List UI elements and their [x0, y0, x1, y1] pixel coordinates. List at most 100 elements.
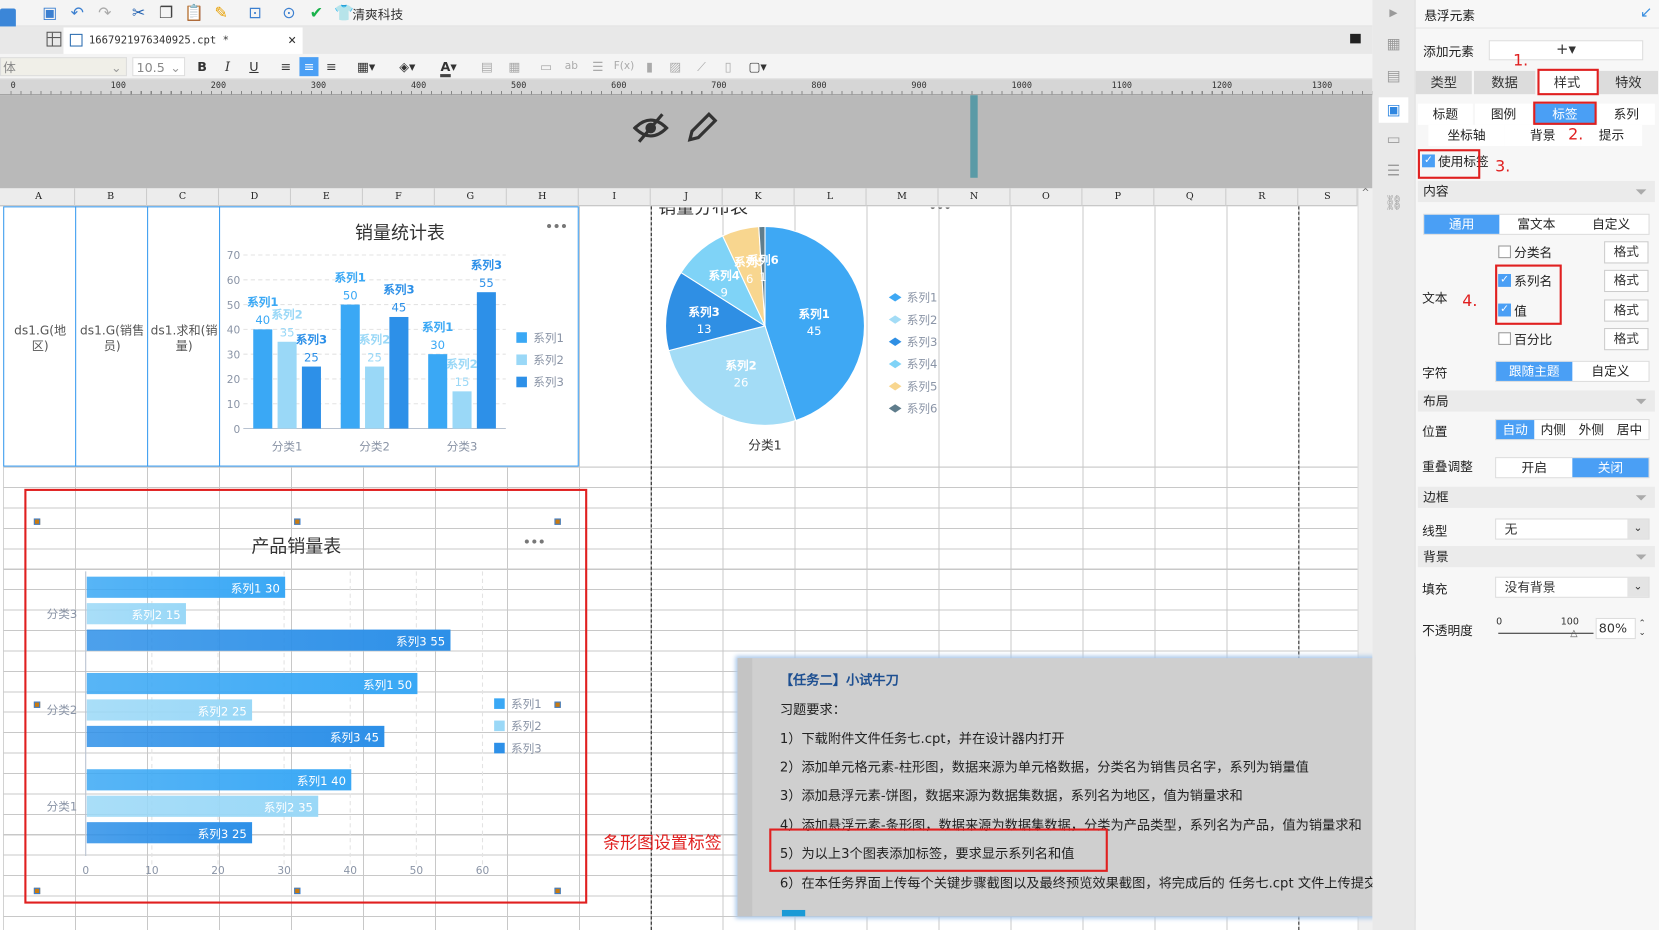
close-tab-icon[interactable]: × [288, 28, 296, 54]
tab-effect[interactable]: 特效 [1598, 70, 1659, 95]
pie-chart[interactable]: 销量分布表 ••• 系列1 45 系列2 26 系列3 13 系列4 9 系列5 6 系列6 1 分类1 系列… [652, 207, 969, 465]
border-section-header[interactable]: 边框 [1417, 486, 1655, 508]
image-icon[interactable]: ▨ [667, 57, 684, 76]
column-header-r[interactable]: R [1226, 188, 1299, 207]
layout-section-header[interactable]: 布局 [1417, 390, 1655, 412]
resize-handle[interactable] [554, 887, 561, 895]
char-mode-option[interactable]: 跟随主题 [1496, 361, 1573, 381]
position-option[interactable]: 居中 [1610, 420, 1648, 439]
frame-icon[interactable]: ▢▾ [746, 57, 769, 76]
paste-icon[interactable]: 📋 [184, 3, 204, 22]
column-header-n[interactable]: N [939, 188, 1011, 207]
content-section-header[interactable]: 内容 [1417, 180, 1655, 203]
subtab-tooltip[interactable]: 提示 [1580, 124, 1643, 147]
column-header-e[interactable]: E [291, 188, 363, 207]
attachment-icon[interactable] [781, 909, 806, 917]
copy-icon[interactable]: ❐ [157, 3, 176, 22]
tab-document[interactable]: 1667921976340925.cpt * × [63, 27, 303, 54]
position-option[interactable]: 内侧 [1534, 420, 1572, 439]
new-sheet-icon[interactable] [46, 31, 62, 47]
char-mode-option[interactable]: 自定义 [1572, 362, 1648, 381]
preview-icon[interactable]: ⊙ [279, 3, 298, 22]
font-select[interactable]: 体 ⌄ [0, 57, 127, 77]
resize-handle[interactable] [33, 518, 41, 525]
redo-icon[interactable]: ↷ [95, 3, 114, 22]
border-icon[interactable]: ▦▾ [354, 57, 377, 76]
column-header-b[interactable]: B [75, 188, 148, 207]
position-option[interactable]: 外侧 [1572, 420, 1610, 439]
underline-button[interactable]: U [245, 57, 262, 76]
shirt-icon[interactable]: 👕 [334, 3, 354, 22]
save-icon[interactable]: ▣ [40, 3, 59, 22]
align-center-icon[interactable]: ≡ [299, 57, 319, 77]
brand-label[interactable]: 清爽科技 [352, 5, 403, 23]
add-element-button[interactable]: +▾ [1488, 40, 1644, 61]
float-element-icon[interactable]: ▣ [1378, 97, 1409, 123]
hidden-eye-icon[interactable] [632, 112, 669, 144]
text-option-checkbox[interactable] [1498, 245, 1511, 259]
subtab-legend[interactable]: 图例 [1474, 103, 1533, 125]
cell-element-icon[interactable]: ▦ [1383, 35, 1404, 54]
fill-color-icon[interactable]: ◈▾ [394, 57, 422, 76]
subtab-axis[interactable]: 坐标轴 [1428, 124, 1505, 147]
column-header-a[interactable]: A [3, 188, 76, 207]
subtab-series[interactable]: 系列 [1597, 103, 1655, 125]
cell-attribute-icon[interactable]: ▤ [1383, 67, 1404, 86]
column-header-p[interactable]: P [1082, 188, 1155, 207]
collapse-icon[interactable] [1350, 33, 1361, 44]
position-option[interactable]: 自动 [1496, 420, 1535, 440]
column-chart[interactable]: 销量统计表 •••010203040506070分类1系列140 系列235 系列32… [220, 207, 578, 465]
font-color-button[interactable]: A▾ [434, 57, 464, 78]
tab-type[interactable]: 类型 [1415, 70, 1472, 95]
cell-c1[interactable]: ds1.求和(销量) [150, 323, 218, 355]
pin-arrow-icon[interactable]: ↙ [1640, 4, 1652, 21]
opacity-input[interactable]: 80% [1595, 617, 1636, 640]
column-header-l[interactable]: L [795, 188, 867, 207]
grid-icon[interactable]: ▦ [506, 57, 523, 76]
format-brush-icon[interactable]: ✎ [212, 3, 231, 22]
formula-icon[interactable]: F(x) [614, 57, 635, 76]
widget-icon[interactable]: ▭ [1383, 130, 1404, 149]
resize-handle[interactable] [33, 701, 41, 708]
column-header-m[interactable]: M [867, 188, 939, 207]
chart-icon[interactable]: ▮ [641, 57, 658, 76]
resize-handle[interactable] [294, 887, 301, 895]
page-icon[interactable]: ▯ [720, 57, 737, 76]
cell-a1[interactable]: ds1.G(地区) [6, 323, 74, 355]
column-header-o[interactable]: O [1010, 188, 1083, 207]
content-mode-option[interactable]: 自定义 [1574, 215, 1649, 234]
resize-handle[interactable] [294, 518, 301, 525]
resize-handle[interactable] [554, 518, 561, 525]
text-ab-icon[interactable]: ab [563, 57, 580, 76]
cell-b1[interactable]: ds1.G(销售员) [78, 323, 146, 355]
check-icon[interactable]: ✔ [307, 3, 326, 22]
fill-select[interactable]: 没有背景 ⌄ [1495, 576, 1650, 598]
condition-icon[interactable]: ☰ [1383, 162, 1404, 181]
italic-button[interactable]: I [219, 57, 236, 76]
cut-icon[interactable]: ✂ [129, 3, 148, 22]
expand-arrow-icon[interactable]: ▶ [1383, 4, 1404, 23]
align-right-icon[interactable]: ≡ [323, 57, 340, 76]
opacity-stepper[interactable]: ⌃ ⌄ [1636, 618, 1649, 639]
align-left-icon[interactable]: ≡ [277, 57, 294, 76]
content-mode-option[interactable]: 通用 [1424, 214, 1499, 234]
column-header-d[interactable]: D [219, 188, 291, 207]
opacity-slider-thumb[interactable]: △ [1570, 629, 1577, 640]
column-header-h[interactable]: H [507, 188, 579, 207]
subtab-title[interactable]: 标题 [1417, 103, 1473, 125]
overlap-option[interactable]: 关闭 [1572, 458, 1649, 478]
column-header-s[interactable]: S [1298, 188, 1358, 207]
content-mode-option[interactable]: 富文本 [1499, 215, 1574, 234]
resize-handle[interactable] [33, 887, 41, 895]
column-header-j[interactable]: J [651, 188, 723, 207]
column-header-k[interactable]: K [723, 188, 795, 207]
column-header-c[interactable]: C [147, 188, 220, 207]
undo-icon[interactable]: ↶ [68, 3, 87, 22]
text-preview-icon[interactable]: ⊡ [245, 3, 264, 22]
hyperlink-icon[interactable]: ⛓ [1383, 194, 1404, 213]
format-button[interactable]: 格式 [1604, 269, 1649, 293]
line-type-select[interactable]: 无 ⌄ [1495, 518, 1650, 540]
format-button[interactable]: 格式 [1604, 299, 1649, 322]
overlap-option[interactable]: 开启 [1496, 458, 1572, 477]
column-header-f[interactable]: F [363, 188, 435, 207]
